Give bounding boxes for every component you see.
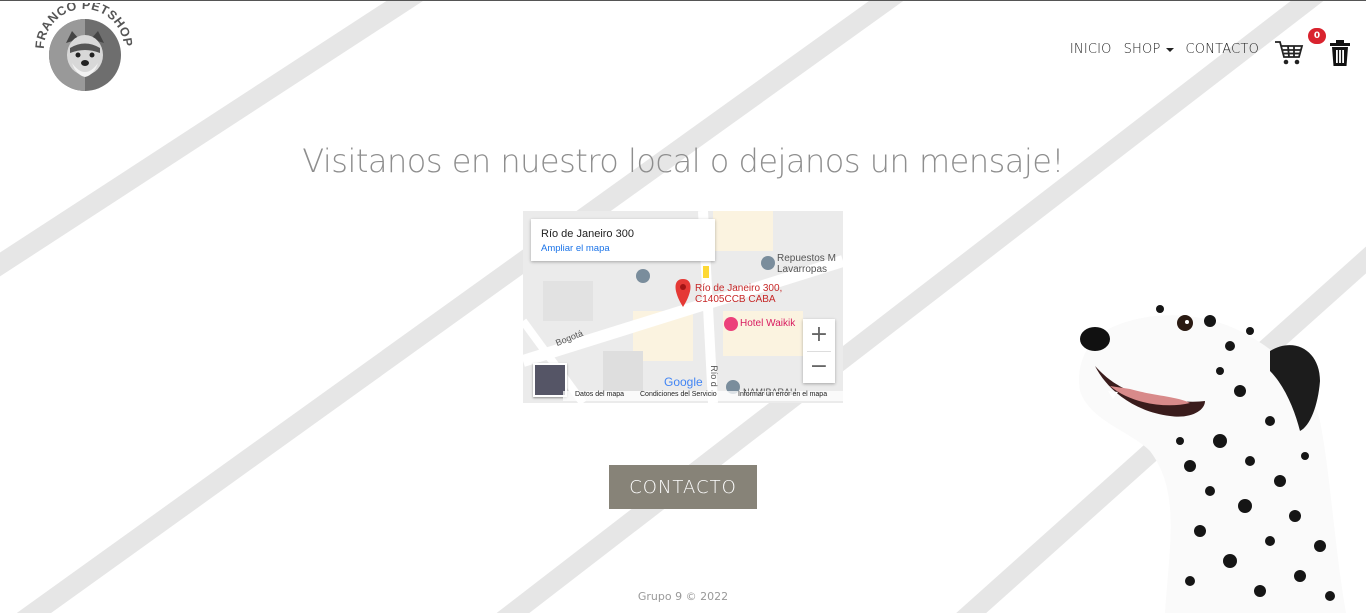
poi-hotel: Hotel Waikik <box>740 318 796 329</box>
nav-shop-label: SHOP <box>1123 42 1161 57</box>
map-address: Río de Janeiro 300 <box>541 228 634 240</box>
map-info-card: Río de Janeiro 300 Ampliar el mapa <box>531 219 715 261</box>
nav-inicio[interactable]: INICIO <box>1070 42 1112 57</box>
zoom-in-button[interactable]: + <box>803 319 835 351</box>
zoom-out-button[interactable]: − <box>803 351 835 383</box>
map-terms-link[interactable]: Condiciones del Servicio <box>640 391 717 398</box>
main-nav: INICIO SHOP CONTACTO <box>1070 42 1259 57</box>
zoom-controls: + − <box>803 319 835 383</box>
map-report-link[interactable]: Informar un error en el mapa <box>738 391 827 398</box>
hotel-pin-icon <box>724 317 738 331</box>
poi-repuestos-line1: Repuestos M <box>777 253 836 264</box>
nav-shop-dropdown[interactable]: SHOP <box>1124 42 1174 57</box>
map-footer: Datos del mapa Condiciones del Servicio … <box>563 391 843 401</box>
caret-down-icon <box>1165 47 1174 52</box>
street-rio: Río d <box>708 365 719 387</box>
trash-icon[interactable] <box>1329 39 1351 67</box>
map-data-link[interactable]: Datos del mapa <box>575 391 624 398</box>
header: FRANCO PETSHOP INICIO SHOP CONTACTO 0 <box>0 1 1366 101</box>
google-logo: Google <box>664 375 703 389</box>
dalmatian-dog-image <box>1079 305 1346 613</box>
nav-contacto[interactable]: CONTACTO <box>1186 42 1259 57</box>
pin-label: Río de Janeiro 300, C1405CCB CABA <box>695 283 782 305</box>
pin-label-line1: Río de Janeiro 300, <box>695 283 783 294</box>
contact-button[interactable]: CONTACTO <box>609 465 757 509</box>
expand-map-link[interactable]: Ampliar el mapa <box>541 243 610 254</box>
poi-repuestos: Repuestos M Lavarropas <box>777 253 836 275</box>
pin-label-line2: C1405CCB CABA <box>695 294 776 305</box>
franco-petshop-logo[interactable]: FRANCO PETSHOP <box>34 3 134 95</box>
page-title: Visitanos en nuestro local o dejanos un … <box>302 142 1064 180</box>
cart-count-badge: 0 <box>1308 28 1326 44</box>
satellite-toggle[interactable] <box>533 363 567 397</box>
zoom-divider <box>807 351 831 352</box>
embedded-map[interactable]: Río de Janeiro 300, C1405CCB CABA Repuest… <box>523 211 843 403</box>
shopping-cart-icon[interactable] <box>1274 39 1304 67</box>
poi-repuestos-line2: Lavarropas <box>777 264 828 275</box>
